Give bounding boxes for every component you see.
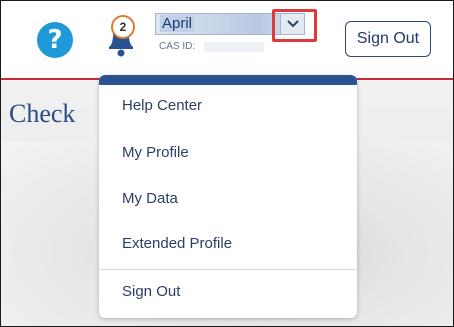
help-icon[interactable]: ? bbox=[37, 22, 73, 58]
menu-item-my-profile[interactable]: My Profile bbox=[122, 144, 189, 161]
top-header: ? 2 April CAS ID: Sign Out bbox=[1, 1, 453, 79]
highlight-box bbox=[272, 9, 317, 42]
user-dropdown-menu: Help Center My Profile My Data Extended … bbox=[99, 75, 357, 318]
page-title: Check bbox=[9, 99, 76, 128]
menu-item-my-data[interactable]: My Data bbox=[122, 190, 178, 207]
menu-divider bbox=[99, 269, 357, 270]
user-name: April bbox=[160, 15, 195, 32]
menu-item-extended-profile[interactable]: Extended Profile bbox=[122, 235, 232, 252]
menu-item-help-center[interactable]: Help Center bbox=[122, 97, 202, 114]
menu-item-sign-out[interactable]: Sign Out bbox=[122, 283, 180, 300]
app-window: Check ? 2 April CAS ID: Sign Out Help Ce… bbox=[0, 0, 454, 327]
sign-out-button[interactable]: Sign Out bbox=[345, 21, 431, 57]
cas-id-value-redacted bbox=[204, 42, 264, 52]
dropdown-top-bar bbox=[99, 75, 357, 85]
notification-count-badge: 2 bbox=[111, 15, 135, 39]
cas-id-label: CAS ID: bbox=[159, 41, 196, 52]
